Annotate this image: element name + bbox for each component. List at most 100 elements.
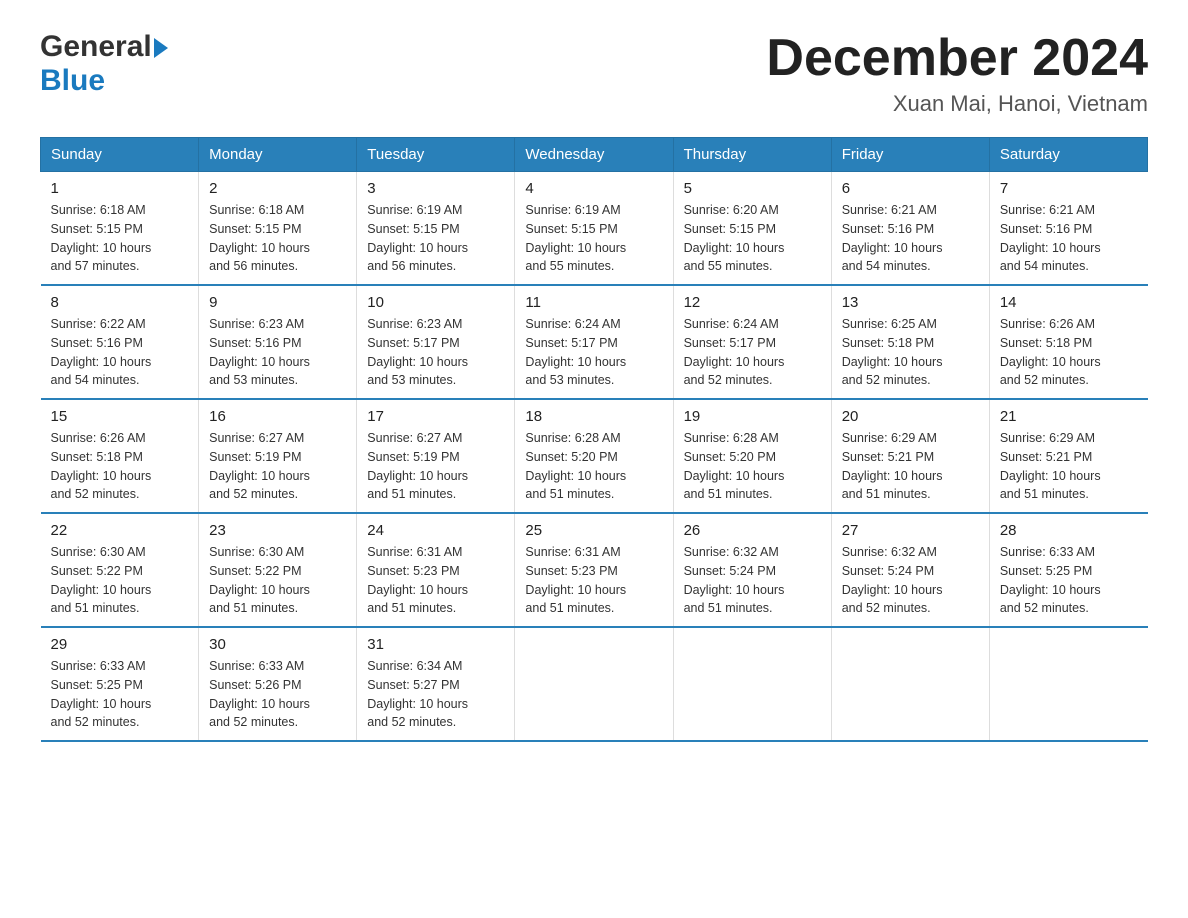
day-number: 28 <box>1000 522 1138 539</box>
day-number: 13 <box>842 294 979 311</box>
day-number: 6 <box>842 180 979 197</box>
calendar-cell: 7Sunrise: 6:21 AMSunset: 5:16 PMDaylight… <box>989 172 1147 286</box>
day-number: 29 <box>51 636 189 653</box>
day-number: 3 <box>367 180 504 197</box>
day-info: Sunrise: 6:31 AMSunset: 5:23 PMDaylight:… <box>367 543 504 618</box>
day-number: 12 <box>684 294 821 311</box>
calendar-cell: 18 Sunrise: 6:28 AMSunset: 5:20 PMDayligh… <box>515 399 673 513</box>
day-number: 31 <box>367 636 504 653</box>
calendar-cell: 28 Sunrise: 6:33 AMSunset: 5:25 PMDayligh… <box>989 513 1147 627</box>
day-info: Sunrise: 6:33 AMSunset: 5:25 PMDaylight:… <box>1000 543 1138 618</box>
day-info: Sunrise: 6:28 AMSunset: 5:20 PMDaylight:… <box>525 429 662 504</box>
day-number: 23 <box>209 522 346 539</box>
calendar-week-row: 29 Sunrise: 6:33 AMSunset: 5:25 PMDayligh… <box>41 627 1148 741</box>
day-info: Sunrise: 6:30 AMSunset: 5:22 PMDaylight:… <box>209 543 346 618</box>
day-info: Sunrise: 6:19 AMSunset: 5:15 PMDaylight:… <box>525 201 662 276</box>
title-block: December 2024 Xuan Mai, Hanoi, Vietnam <box>766 30 1148 117</box>
day-number: 14 <box>1000 294 1138 311</box>
calendar-cell: 9 Sunrise: 6:23 AMSunset: 5:16 PMDaylight… <box>199 285 357 399</box>
page-header: General Blue December 2024 Xuan Mai, Han… <box>40 30 1148 117</box>
col-header-sunday: Sunday <box>41 138 199 172</box>
day-info: Sunrise: 6:27 AMSunset: 5:19 PMDaylight:… <box>209 429 346 504</box>
calendar-cell: 25 Sunrise: 6:31 AMSunset: 5:23 PMDayligh… <box>515 513 673 627</box>
day-number: 24 <box>367 522 504 539</box>
day-info: Sunrise: 6:26 AMSunset: 5:18 PMDaylight:… <box>1000 315 1138 390</box>
day-number: 8 <box>51 294 189 311</box>
calendar-cell: 8 Sunrise: 6:22 AMSunset: 5:16 PMDaylight… <box>41 285 199 399</box>
day-info: Sunrise: 6:23 AMSunset: 5:17 PMDaylight:… <box>367 315 504 390</box>
day-info: Sunrise: 6:28 AMSunset: 5:20 PMDaylight:… <box>684 429 821 504</box>
calendar-cell: 30 Sunrise: 6:33 AMSunset: 5:26 PMDayligh… <box>199 627 357 741</box>
day-number: 20 <box>842 408 979 425</box>
day-number: 27 <box>842 522 979 539</box>
day-info: Sunrise: 6:30 AMSunset: 5:22 PMDaylight:… <box>51 543 189 618</box>
day-info: Sunrise: 6:22 AMSunset: 5:16 PMDaylight:… <box>51 315 189 390</box>
calendar-table: SundayMondayTuesdayWednesdayThursdayFrid… <box>40 137 1148 742</box>
calendar-cell: 19 Sunrise: 6:28 AMSunset: 5:20 PMDayligh… <box>673 399 831 513</box>
calendar-cell: 5 Sunrise: 6:20 AMSunset: 5:15 PMDaylight… <box>673 172 831 286</box>
calendar-cell: 11 Sunrise: 6:24 AMSunset: 5:17 PMDayligh… <box>515 285 673 399</box>
logo-blue-text: Blue <box>40 64 105 98</box>
calendar-cell: 21Sunrise: 6:29 AMSunset: 5:21 PMDayligh… <box>989 399 1147 513</box>
calendar-cell: 24 Sunrise: 6:31 AMSunset: 5:23 PMDayligh… <box>357 513 515 627</box>
day-number: 17 <box>367 408 504 425</box>
day-number: 1 <box>51 180 189 197</box>
day-number: 18 <box>525 408 662 425</box>
day-info: Sunrise: 6:34 AMSunset: 5:27 PMDaylight:… <box>367 657 504 732</box>
col-header-monday: Monday <box>199 138 357 172</box>
day-number: 16 <box>209 408 346 425</box>
day-number: 5 <box>684 180 821 197</box>
calendar-week-row: 8 Sunrise: 6:22 AMSunset: 5:16 PMDaylight… <box>41 285 1148 399</box>
day-number: 9 <box>209 294 346 311</box>
calendar-cell: 10 Sunrise: 6:23 AMSunset: 5:17 PMDayligh… <box>357 285 515 399</box>
day-info: Sunrise: 6:26 AMSunset: 5:18 PMDaylight:… <box>51 429 189 504</box>
calendar-cell: 3Sunrise: 6:19 AMSunset: 5:15 PMDaylight… <box>357 172 515 286</box>
day-info: Sunrise: 6:18 AMSunset: 5:15 PMDaylight:… <box>209 201 346 276</box>
logo: General Blue <box>40 30 168 98</box>
col-header-thursday: Thursday <box>673 138 831 172</box>
calendar-week-row: 15 Sunrise: 6:26 AMSunset: 5:18 PMDayligh… <box>41 399 1148 513</box>
calendar-cell <box>673 627 831 741</box>
calendar-week-row: 22Sunrise: 6:30 AMSunset: 5:22 PMDayligh… <box>41 513 1148 627</box>
day-info: Sunrise: 6:24 AMSunset: 5:17 PMDaylight:… <box>684 315 821 390</box>
day-info: Sunrise: 6:25 AMSunset: 5:18 PMDaylight:… <box>842 315 979 390</box>
day-number: 25 <box>525 522 662 539</box>
day-number: 11 <box>525 294 662 311</box>
day-number: 10 <box>367 294 504 311</box>
calendar-cell: 22Sunrise: 6:30 AMSunset: 5:22 PMDayligh… <box>41 513 199 627</box>
calendar-cell: 27 Sunrise: 6:32 AMSunset: 5:24 PMDayligh… <box>831 513 989 627</box>
calendar-cell: 6Sunrise: 6:21 AMSunset: 5:16 PMDaylight… <box>831 172 989 286</box>
day-number: 15 <box>51 408 189 425</box>
day-info: Sunrise: 6:23 AMSunset: 5:16 PMDaylight:… <box>209 315 346 390</box>
calendar-cell: 29 Sunrise: 6:33 AMSunset: 5:25 PMDayligh… <box>41 627 199 741</box>
day-info: Sunrise: 6:24 AMSunset: 5:17 PMDaylight:… <box>525 315 662 390</box>
day-number: 30 <box>209 636 346 653</box>
col-header-friday: Friday <box>831 138 989 172</box>
day-info: Sunrise: 6:31 AMSunset: 5:23 PMDaylight:… <box>525 543 662 618</box>
col-header-tuesday: Tuesday <box>357 138 515 172</box>
day-info: Sunrise: 6:21 AMSunset: 5:16 PMDaylight:… <box>1000 201 1138 276</box>
calendar-cell: 2Sunrise: 6:18 AMSunset: 5:15 PMDaylight… <box>199 172 357 286</box>
location-subtitle: Xuan Mai, Hanoi, Vietnam <box>766 91 1148 117</box>
day-info: Sunrise: 6:29 AMSunset: 5:21 PMDaylight:… <box>842 429 979 504</box>
day-info: Sunrise: 6:32 AMSunset: 5:24 PMDaylight:… <box>842 543 979 618</box>
calendar-cell <box>831 627 989 741</box>
calendar-cell: 14 Sunrise: 6:26 AMSunset: 5:18 PMDayligh… <box>989 285 1147 399</box>
day-info: Sunrise: 6:18 AMSunset: 5:15 PMDaylight:… <box>51 201 189 276</box>
day-info: Sunrise: 6:33 AMSunset: 5:26 PMDaylight:… <box>209 657 346 732</box>
calendar-week-row: 1 Sunrise: 6:18 AMSunset: 5:15 PMDaylight… <box>41 172 1148 286</box>
calendar-header-row: SundayMondayTuesdayWednesdayThursdayFrid… <box>41 138 1148 172</box>
calendar-cell <box>515 627 673 741</box>
day-info: Sunrise: 6:29 AMSunset: 5:21 PMDaylight:… <box>1000 429 1138 504</box>
day-number: 19 <box>684 408 821 425</box>
calendar-cell: 31 Sunrise: 6:34 AMSunset: 5:27 PMDayligh… <box>357 627 515 741</box>
day-info: Sunrise: 6:32 AMSunset: 5:24 PMDaylight:… <box>684 543 821 618</box>
calendar-cell: 1 Sunrise: 6:18 AMSunset: 5:15 PMDaylight… <box>41 172 199 286</box>
calendar-cell: 16 Sunrise: 6:27 AMSunset: 5:19 PMDayligh… <box>199 399 357 513</box>
calendar-cell: 4Sunrise: 6:19 AMSunset: 5:15 PMDaylight… <box>515 172 673 286</box>
day-info: Sunrise: 6:33 AMSunset: 5:25 PMDaylight:… <box>51 657 189 732</box>
logo-arrow-icon <box>154 38 168 58</box>
day-info: Sunrise: 6:20 AMSunset: 5:15 PMDaylight:… <box>684 201 821 276</box>
calendar-cell: 12 Sunrise: 6:24 AMSunset: 5:17 PMDayligh… <box>673 285 831 399</box>
calendar-cell: 20 Sunrise: 6:29 AMSunset: 5:21 PMDayligh… <box>831 399 989 513</box>
